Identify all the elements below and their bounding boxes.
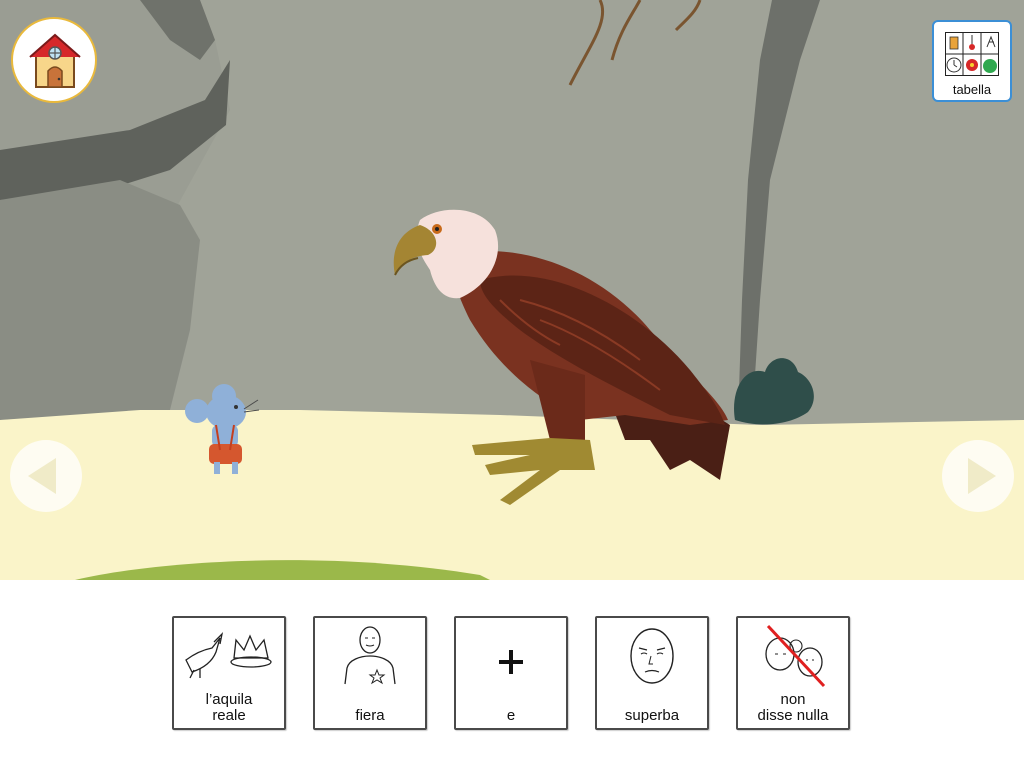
arrow-right-icon (968, 458, 996, 494)
tabella-label: tabella (952, 82, 992, 97)
story-illustration: tabella (0, 0, 1024, 580)
word-tile-e[interactable]: e (454, 616, 568, 730)
tile-caption: e (506, 707, 516, 724)
word-tile-non-disse-nulla[interactable]: non disse nulla (736, 616, 850, 730)
tile-caption: superba (624, 707, 680, 724)
tile-caption: fiera (355, 707, 385, 724)
previous-page-button[interactable] (10, 440, 82, 512)
house-icon (29, 33, 81, 88)
proud-person-symbol-icon (344, 626, 396, 685)
eagle-crown-symbol-icon (185, 632, 272, 679)
said-nothing-symbol-icon (765, 624, 826, 688)
home-button[interactable] (11, 17, 97, 103)
haughty-face-symbol-icon (630, 628, 674, 684)
arrow-left-icon (28, 458, 56, 494)
word-tile-superba[interactable]: superba (595, 616, 709, 730)
scene-artwork (0, 0, 1024, 580)
plus-symbol-icon (499, 650, 523, 674)
word-tile-aquila-reale[interactable]: l’aquila reale (172, 616, 286, 730)
symbol-grid-icon (945, 32, 999, 76)
tile-caption: non disse nulla (757, 691, 829, 724)
tile-caption: l’aquila reale (205, 691, 253, 724)
symbol-sentence-bar: l’aquila reale fiera e superba non disse… (0, 580, 1024, 768)
next-page-button[interactable] (942, 440, 1014, 512)
tabella-button[interactable]: tabella (932, 20, 1012, 102)
word-tile-fiera[interactable]: fiera (313, 616, 427, 730)
